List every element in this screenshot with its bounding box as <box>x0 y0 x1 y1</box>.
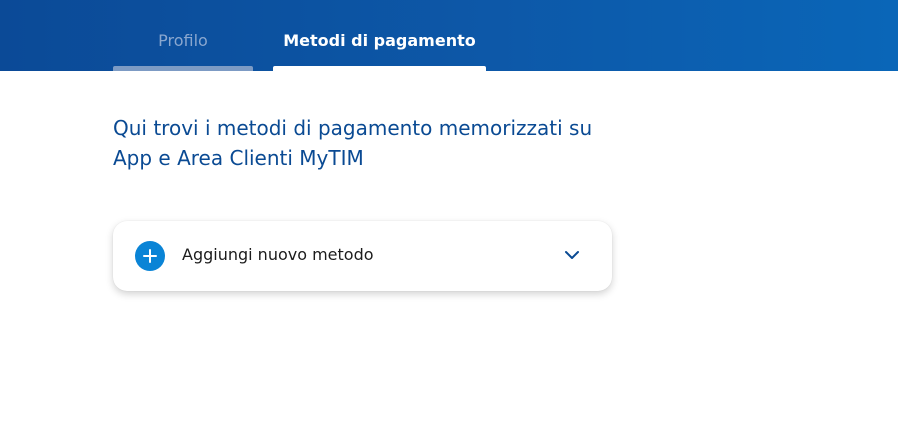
tab-profilo-indicator <box>113 66 253 71</box>
intro-line-1: Qui trovi i metodi di pagamento memorizz… <box>113 116 593 140</box>
tab-profilo-label: Profilo <box>158 31 208 50</box>
add-method-label: Aggiungi nuovo metodo <box>182 245 374 264</box>
intro-text: Qui trovi i metodi di pagamento memorizz… <box>113 113 633 173</box>
tab-metodi-di-pagamento[interactable]: Metodi di pagamento <box>273 0 486 71</box>
tab-metodi-label: Metodi di pagamento <box>283 31 476 50</box>
plus-icon <box>135 241 165 271</box>
add-payment-method-card[interactable]: Aggiungi nuovo metodo <box>113 221 612 291</box>
tab-metodi-indicator <box>273 66 486 71</box>
header-bar: Profilo Metodi di pagamento <box>0 0 898 71</box>
chevron-down-icon[interactable] <box>563 248 581 262</box>
tab-profilo[interactable]: Profilo <box>113 0 253 71</box>
intro-line-2: App e Area Clienti MyTIM <box>113 146 364 170</box>
